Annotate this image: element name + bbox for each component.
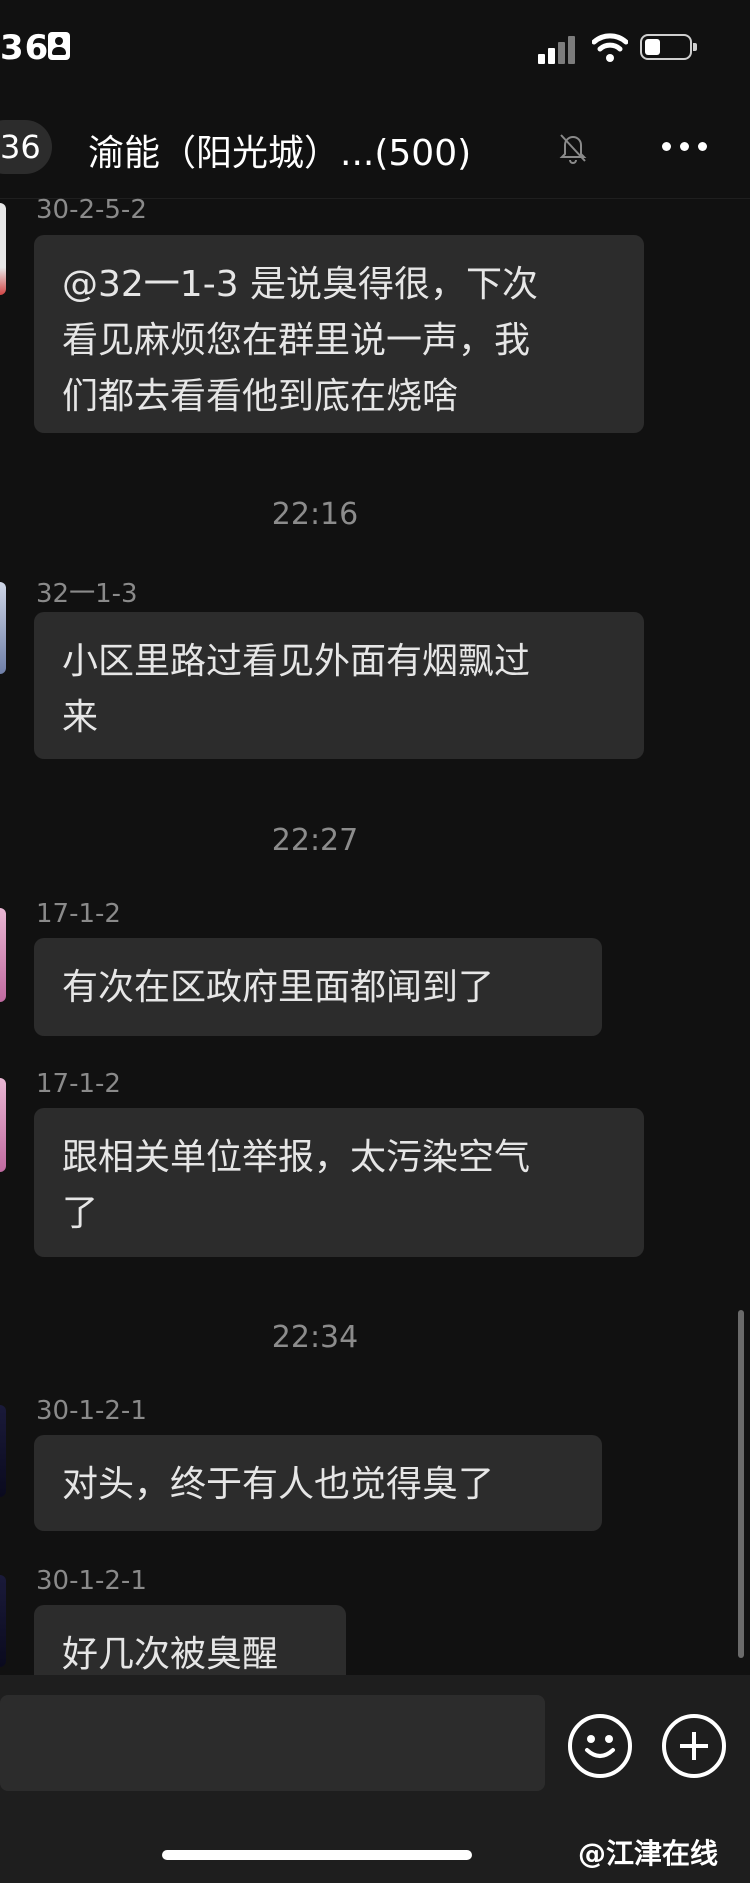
group-name: 渝能（阳光城）... — [88, 133, 375, 174]
message-bubble[interactable]: @32一1-3 是说臭得很，下次 看见麻烦您在群里说一声，我 们都去看看他到底在… — [34, 235, 644, 433]
avatar[interactable] — [0, 1405, 6, 1497]
signal-icon — [538, 34, 580, 64]
plus-icon[interactable] — [662, 1714, 726, 1778]
sender-name: 32一1-3 — [36, 579, 138, 609]
member-count: (500) — [374, 133, 472, 174]
sender-name: 30-1-2-1 — [36, 1566, 147, 1596]
watermark: @江津在线 — [578, 1837, 719, 1870]
sender-name: 17-1-2 — [36, 1069, 121, 1099]
timestamp: 22:34 — [271, 1320, 359, 1355]
message-line: 们都去看看他到底在烧啥 — [62, 376, 459, 417]
avatar[interactable] — [0, 1078, 6, 1172]
timestamp: 22:16 — [271, 497, 359, 532]
wifi-icon — [592, 33, 628, 62]
avatar[interactable] — [0, 1575, 6, 1667]
message-bubble[interactable]: 有次在区政府里面都闻到了 — [34, 938, 602, 1036]
message-bubble[interactable]: 对头，终于有人也觉得臭了 — [34, 1435, 602, 1531]
message-line: 小区里路过看见外面有烟飘过 — [62, 641, 531, 682]
contact-card-icon — [48, 32, 70, 60]
message-bubble[interactable]: 跟相关单位举报，太污染空气 了 — [34, 1108, 644, 1257]
battery-icon — [640, 34, 697, 60]
scrollbar[interactable] — [738, 1310, 744, 1658]
chat-title[interactable]: 渝能（阳光城）...(500) — [88, 124, 471, 176]
avatar[interactable] — [0, 908, 6, 1002]
unread-count[interactable]: 36 — [0, 128, 41, 166]
home-indicator — [162, 1850, 472, 1860]
timestamp: 22:27 — [271, 823, 359, 858]
more-button[interactable] — [660, 126, 710, 166]
status-time: 36 — [0, 28, 50, 68]
message-bubble[interactable]: 小区里路过看见外面有烟飘过 来 — [34, 612, 644, 759]
avatar[interactable] — [0, 203, 6, 295]
sender-name: 30-2-5-2 — [36, 195, 147, 225]
message-input[interactable] — [0, 1695, 545, 1791]
bell-off-icon — [559, 134, 587, 164]
sender-name: 30-1-2-1 — [36, 1396, 147, 1426]
message-line: 看见麻烦您在群里说一声，我 — [62, 320, 531, 361]
message-line: @32一1-3 是说臭得很，下次 — [62, 264, 539, 305]
sender-name: 17-1-2 — [36, 899, 121, 929]
emoji-icon[interactable] — [568, 1714, 632, 1778]
message-line: 来 — [62, 697, 99, 738]
avatar[interactable] — [0, 582, 6, 674]
message-line: 跟相关单位举报，太污染空气 — [62, 1137, 531, 1178]
message-line: 有次在区政府里面都闻到了 — [62, 967, 495, 1008]
message-line: 了 — [62, 1193, 99, 1234]
message-line: 对头，终于有人也觉得臭了 — [62, 1464, 495, 1505]
